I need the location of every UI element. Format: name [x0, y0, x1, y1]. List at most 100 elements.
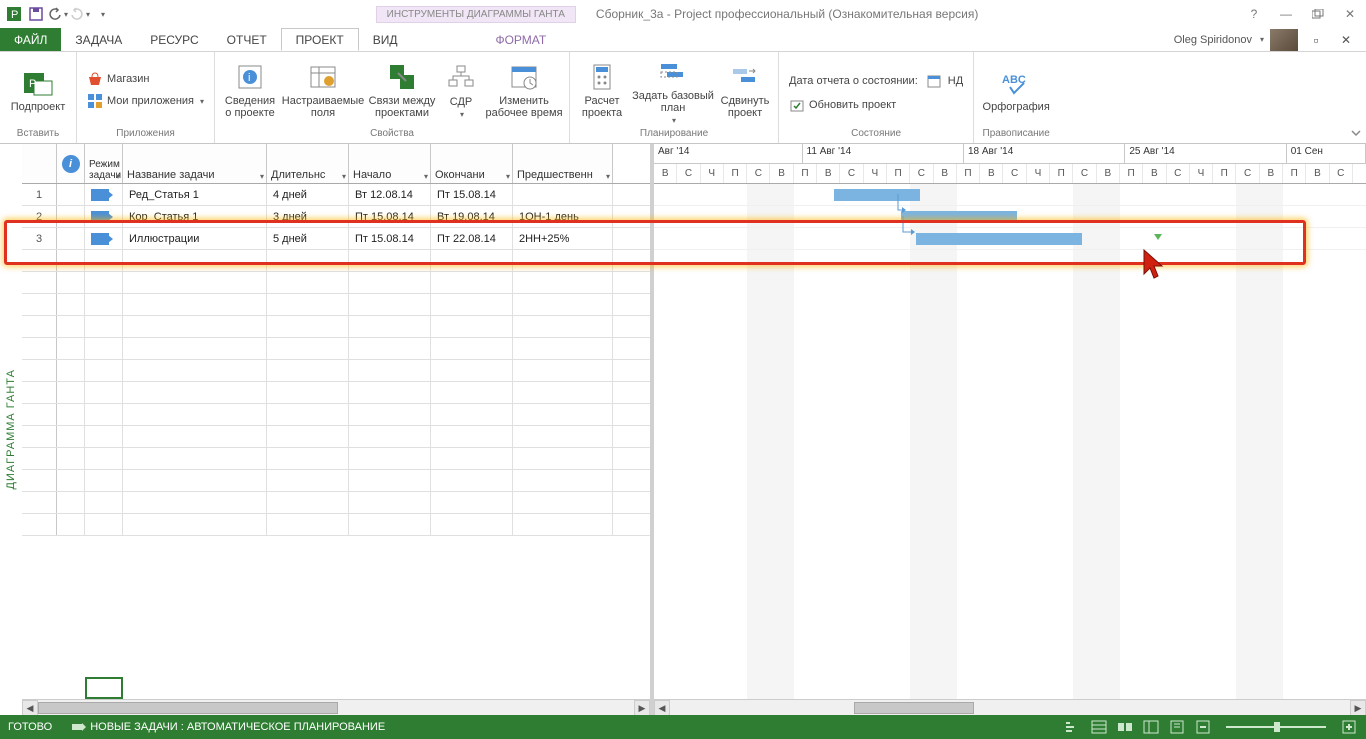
- grid-cell[interactable]: [85, 272, 123, 293]
- grid-cell[interactable]: [431, 338, 513, 359]
- grid-cell[interactable]: [22, 360, 57, 381]
- grid-cell[interactable]: [349, 250, 431, 271]
- task-bar[interactable]: [916, 233, 1082, 245]
- grid-cell[interactable]: [85, 382, 123, 403]
- grid-cell[interactable]: [57, 272, 85, 293]
- grid-cell[interactable]: Кор_Статья 1: [123, 206, 267, 227]
- start-header[interactable]: Начало▾: [349, 144, 431, 183]
- grid-cell[interactable]: [267, 360, 349, 381]
- grid-cell[interactable]: [349, 404, 431, 425]
- spelling-button[interactable]: ABCОрфография: [980, 55, 1052, 125]
- grid-cell[interactable]: 5 дней: [267, 228, 349, 249]
- table-row[interactable]: [22, 294, 650, 316]
- grid-cell[interactable]: [513, 316, 613, 337]
- file-tab[interactable]: ФАЙЛ: [0, 28, 61, 51]
- grid-cell[interactable]: [349, 492, 431, 513]
- grid-cell[interactable]: [349, 382, 431, 403]
- grid-cell[interactable]: [85, 492, 123, 513]
- scroll-thumb[interactable]: [854, 702, 974, 714]
- grid-cell[interactable]: [431, 404, 513, 425]
- calendar-small-icon[interactable]: [926, 73, 942, 89]
- grid-cell[interactable]: [22, 470, 57, 491]
- grid-cell[interactable]: Пт 15.08.14: [431, 184, 513, 205]
- project-tab[interactable]: ПРОЕКТ: [281, 28, 359, 51]
- grid-cell[interactable]: [123, 514, 267, 535]
- gantt-scroll-h[interactable]: ◀ ▶: [654, 699, 1366, 715]
- grid-cell[interactable]: [57, 250, 85, 271]
- grid-cell[interactable]: [22, 250, 57, 271]
- grid-cell[interactable]: [57, 382, 85, 403]
- zoom-out-icon[interactable]: [1194, 719, 1212, 735]
- grid-cell[interactable]: [513, 184, 613, 205]
- grid-cell[interactable]: [513, 250, 613, 271]
- myapps-button[interactable]: Мои приложения▾: [83, 91, 208, 111]
- grid-cell[interactable]: [57, 184, 85, 205]
- view-resourcesheet-icon[interactable]: [1142, 719, 1160, 735]
- grid-cell[interactable]: [123, 272, 267, 293]
- grid-cell[interactable]: [267, 272, 349, 293]
- grid-cell[interactable]: [123, 250, 267, 271]
- predecessors-header[interactable]: Предшественн▾: [513, 144, 613, 183]
- grid-cell[interactable]: Вт 19.08.14: [431, 206, 513, 227]
- grid-cell[interactable]: [431, 492, 513, 513]
- table-row[interactable]: [22, 316, 650, 338]
- ribbon-collapse-icon[interactable]: ▫: [1304, 30, 1328, 50]
- custom-fields-button[interactable]: Настраиваемые поля: [283, 55, 363, 125]
- table-row[interactable]: [22, 338, 650, 360]
- table-row[interactable]: [22, 382, 650, 404]
- grid-cell[interactable]: [513, 382, 613, 403]
- change-worktime-button[interactable]: Изменить рабочее время: [485, 55, 563, 125]
- grid-cell[interactable]: [513, 426, 613, 447]
- view-report-icon[interactable]: [1168, 719, 1186, 735]
- grid-cell[interactable]: [123, 426, 267, 447]
- minimize-button[interactable]: —: [1274, 4, 1298, 24]
- grid-cell[interactable]: [85, 404, 123, 425]
- resource-tab[interactable]: РЕСУРС: [136, 28, 212, 51]
- grid-cell[interactable]: [85, 294, 123, 315]
- redo-icon[interactable]: ▾: [70, 4, 90, 24]
- grid-cell[interactable]: [267, 404, 349, 425]
- save-icon[interactable]: [26, 4, 46, 24]
- grid-cell[interactable]: [22, 514, 57, 535]
- grid-cell[interactable]: [123, 448, 267, 469]
- restore-button[interactable]: [1306, 4, 1330, 24]
- table-row[interactable]: [22, 426, 650, 448]
- grid-cell[interactable]: [349, 316, 431, 337]
- subproject-button[interactable]: P Подпроект: [6, 55, 70, 125]
- grid-cell[interactable]: [123, 338, 267, 359]
- grid-cell[interactable]: [349, 448, 431, 469]
- grid-cell[interactable]: [123, 382, 267, 403]
- table-row[interactable]: [22, 448, 650, 470]
- grid-cell[interactable]: [22, 382, 57, 403]
- grid-cell[interactable]: [349, 272, 431, 293]
- project-info-button[interactable]: iСведения о проекте: [221, 55, 279, 125]
- table-row[interactable]: [22, 492, 650, 514]
- grid-cell[interactable]: [57, 360, 85, 381]
- app-icon[interactable]: P: [4, 4, 24, 24]
- zoom-in-icon[interactable]: [1340, 719, 1358, 735]
- project-links-button[interactable]: Связи между проектами: [367, 55, 437, 125]
- grid-cell[interactable]: [513, 470, 613, 491]
- grid-cell[interactable]: [85, 426, 123, 447]
- qat-more-icon[interactable]: ▾: [92, 4, 112, 24]
- mode-header[interactable]: Режим задачи▾: [85, 144, 123, 183]
- grid-cell[interactable]: [57, 426, 85, 447]
- gantt-body[interactable]: [654, 184, 1366, 704]
- grid-cell[interactable]: [57, 404, 85, 425]
- view-tab[interactable]: ВИД: [359, 28, 412, 51]
- table-row[interactable]: [22, 514, 650, 536]
- grid-cell[interactable]: Пт 15.08.14: [349, 228, 431, 249]
- help-icon[interactable]: ?: [1242, 4, 1266, 24]
- table-row[interactable]: 2Кор_Статья 13 днейПт 15.08.14Вт 19.08.1…: [22, 206, 650, 228]
- grid-cell[interactable]: [57, 206, 85, 227]
- grid-cell[interactable]: [22, 272, 57, 293]
- report-tab[interactable]: ОТЧЕТ: [213, 28, 281, 51]
- grid-scroll-h[interactable]: ◀ ▶: [22, 699, 650, 715]
- grid-cell[interactable]: [85, 184, 123, 205]
- grid-cell[interactable]: 2НН+25%: [513, 228, 613, 249]
- grid-cell[interactable]: [57, 338, 85, 359]
- view-gantt-icon[interactable]: [1064, 719, 1082, 735]
- baseline-button[interactable]: Задать базовый план▾: [632, 55, 714, 125]
- grid-cell[interactable]: [513, 404, 613, 425]
- view-taskusage-icon[interactable]: [1090, 719, 1108, 735]
